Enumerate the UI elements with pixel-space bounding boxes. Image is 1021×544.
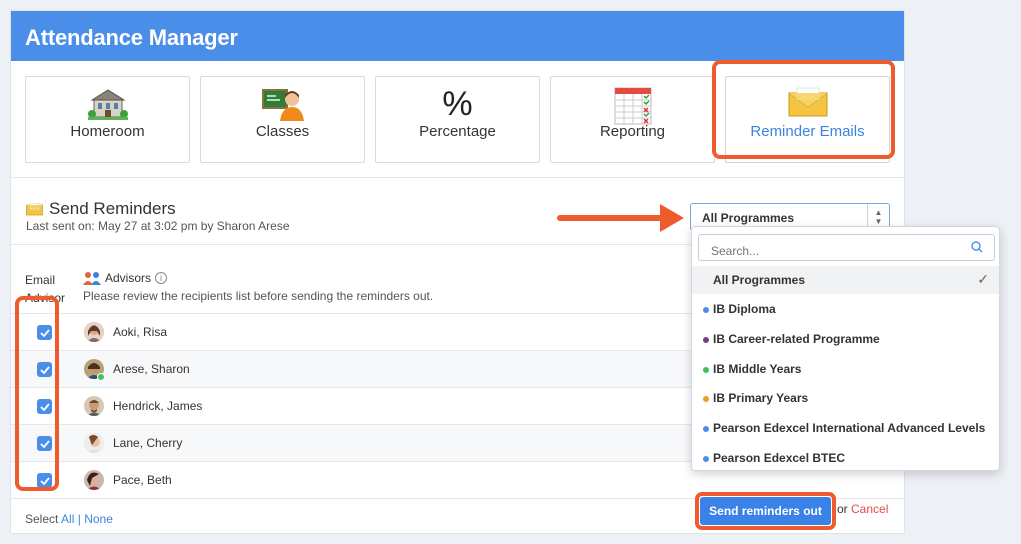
programme-select-value: All Programmes [702, 211, 795, 225]
search-icon [971, 241, 983, 253]
advisors-header-text: Advisors [105, 271, 152, 285]
programme-color-dot [703, 367, 709, 373]
online-status-indicator [97, 373, 105, 381]
reporting-spreadsheet-icon [551, 77, 714, 125]
avatar [84, 433, 104, 453]
percentage-icon: % [442, 85, 473, 123]
tile-label: Reminder Emails [750, 123, 865, 140]
group-icon [83, 272, 101, 285]
tile-label: Homeroom [70, 123, 145, 140]
dropdown-option-ib-middle-years[interactable]: IB Middle Years [692, 355, 999, 383]
tile-label: Reporting [599, 123, 666, 140]
programme-color-dot [703, 396, 709, 402]
email-header-line2: Advisor [25, 291, 66, 305]
advisor-checkbox[interactable] [37, 399, 52, 414]
option-label: IB Primary Years [713, 391, 809, 405]
avatar [84, 322, 104, 342]
advisor-name: Lane, Cherry [113, 436, 183, 450]
programme-search-input[interactable] [698, 234, 995, 261]
tile-reminder-emails[interactable]: Reminder Emails [725, 76, 890, 163]
select-label: Select [25, 512, 59, 526]
programme-dropdown-menu: All Programmes ✓ IB Diploma IB Career-re… [691, 226, 1000, 471]
advisor-checkbox[interactable] [37, 473, 52, 488]
app-title: Attendance Manager [11, 11, 904, 61]
avatar [84, 396, 104, 416]
dropdown-option-ib-primary-years[interactable]: IB Primary Years [692, 384, 999, 412]
advisor-name: Arese, Sharon [113, 362, 190, 376]
dropdown-option-ib-career-related[interactable]: IB Career-related Programme [692, 325, 999, 353]
programme-color-dot [703, 337, 709, 343]
programme-color-dot [703, 426, 709, 432]
envelope-icon [26, 202, 43, 215]
annotation-arrow [557, 204, 684, 232]
tile-percentage[interactable]: % Percentage [375, 76, 540, 163]
programme-color-dot [703, 456, 709, 462]
advisor-checkbox[interactable] [37, 325, 52, 340]
option-label: All Programmes [713, 273, 806, 287]
envelope-icon [726, 77, 889, 123]
select-none-link[interactable]: None [84, 512, 113, 526]
option-label: IB Career-related Programme [713, 332, 880, 346]
option-label: IB Middle Years [713, 362, 802, 376]
email-header-line1: Email [25, 273, 56, 287]
section-title-text: Send Reminders [49, 199, 176, 218]
dropdown-option-pearson-ial[interactable]: Pearson Edexcel International Advanced L… [692, 414, 999, 442]
email-advisor-header: Email Advisor [25, 271, 65, 307]
select-separator: | [77, 512, 81, 526]
programme-color-dot [703, 307, 709, 313]
tile-reporting[interactable]: Reporting [550, 76, 715, 163]
tile-homeroom[interactable]: Homeroom [25, 76, 190, 163]
dropdown-option-pearson-btec[interactable]: Pearson Edexcel BTEC [692, 444, 999, 472]
tile-label: Classes [255, 123, 310, 140]
module-tiles: Homeroom Classes % Percentage Reporting … [11, 61, 904, 178]
dropdown-option-all-programmes[interactable]: All Programmes ✓ [692, 266, 999, 294]
cancel-link[interactable]: Cancel [851, 502, 888, 516]
checkmark-icon: ✓ [977, 271, 989, 287]
option-label: Pearson Edexcel BTEC [713, 451, 846, 465]
advisors-header: Advisors i [83, 271, 168, 285]
dropdown-option-ib-diploma[interactable]: IB Diploma [692, 295, 999, 323]
tile-classes[interactable]: Classes [200, 76, 365, 163]
advisor-name: Hendrick, James [113, 399, 203, 413]
select-links: Select All | None [25, 512, 113, 526]
info-icon[interactable]: i [155, 272, 168, 284]
advisor-checkbox[interactable] [37, 362, 52, 377]
section-title: Send Reminders [26, 199, 176, 219]
classes-teacher-icon [201, 77, 364, 123]
advisor-name: Pace, Beth [113, 473, 172, 487]
or-text: or [837, 502, 848, 516]
review-note: Please review the recipients list before… [83, 289, 434, 303]
send-reminders-button[interactable]: Send reminders out [700, 497, 831, 525]
last-sent-text: Last sent on: May 27 at 3:02 pm by Sharo… [26, 219, 290, 233]
homeroom-building-icon [26, 77, 189, 123]
advisor-checkbox[interactable] [37, 436, 52, 451]
option-label: IB Diploma [713, 302, 776, 316]
avatar [84, 470, 104, 490]
tile-label: Percentage [419, 123, 496, 140]
option-label: Pearson Edexcel International Advanced L… [713, 421, 986, 435]
select-all-link[interactable]: All [61, 512, 74, 526]
advisor-name: Aoki, Risa [113, 325, 168, 339]
